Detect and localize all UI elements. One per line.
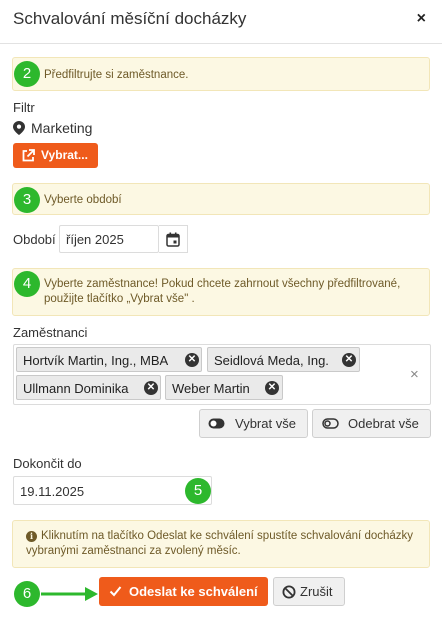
step-3-badge: 3 [14, 187, 40, 213]
period-label: Období [13, 232, 56, 247]
employee-tag-name: Weber Martin [172, 381, 250, 396]
calendar-icon [166, 232, 180, 247]
select-filter-button[interactable]: Vybrat... [13, 143, 98, 168]
toggle-off-icon [322, 418, 339, 429]
ban-icon [282, 585, 296, 599]
employee-tag-name: Seidlová Meda, Ing. [214, 353, 329, 368]
employee-tag-name: Hortvík Martin, Ing., MBA [23, 353, 169, 368]
calendar-button[interactable] [159, 225, 188, 253]
employee-tag: Hortvík Martin, Ing., MBA ✕ [16, 347, 202, 372]
info-icon: i [26, 531, 37, 542]
submit-info-text: i Kliknutím na tlačítko Odeslat ke schvál… [26, 529, 421, 559]
select-all-button[interactable]: Vybrat vše [199, 409, 308, 438]
remove-tag-icon[interactable]: ✕ [342, 353, 356, 367]
employees-info-text: Vyberte zaměstnance! Pokud chcete zahrno… [44, 278, 401, 305]
filter-value: Marketing [31, 120, 93, 136]
employee-tag: Seidlová Meda, Ing. ✕ [207, 347, 360, 372]
arrow-right-icon [41, 587, 98, 601]
select-all-label: Vybrat vše [235, 416, 296, 431]
employee-tag: Ullmann Dominika ✕ [16, 375, 161, 400]
filter-label: Filtr [13, 100, 35, 115]
remove-all-button[interactable]: Odebrat vše [312, 409, 431, 438]
map-marker-icon [13, 121, 25, 135]
period-value: říjen 2025 [66, 232, 124, 247]
remove-all-label: Odebrat vše [348, 416, 419, 431]
filter-info: Předfiltrujte si zaměstnance. [12, 57, 430, 91]
step-5-badge: 5 [185, 478, 211, 504]
employee-tag: Weber Martin ✕ [165, 375, 283, 400]
submit-info: i Kliknutím na tlačítko Odeslat ke schvál… [12, 520, 430, 568]
employee-tag-name: Ullmann Dominika [23, 381, 129, 396]
close-icon[interactable]: × [417, 10, 426, 28]
deadline-value: 19.11.2025 [20, 484, 85, 499]
external-link-icon [22, 149, 35, 162]
dialog-title: Schvalování měsíční docházky [13, 9, 247, 28]
step-6-badge: 6 [14, 581, 40, 607]
period-input[interactable]: říjen 2025 [59, 225, 159, 253]
employees-label: Zaměstnanci [13, 325, 88, 340]
deadline-label: Dokončit do [13, 456, 82, 471]
remove-tag-icon[interactable]: ✕ [185, 353, 199, 367]
select-filter-label: Vybrat... [41, 148, 88, 162]
step-2-badge: 2 [14, 61, 40, 87]
remove-tag-icon[interactable]: ✕ [265, 381, 279, 395]
employees-info: Vyberte zaměstnance! Pokud chcete zahrno… [12, 268, 430, 316]
filter-info-text: Předfiltrujte si zaměstnance. [44, 69, 189, 81]
period-info: Vyberte období [12, 183, 430, 215]
cancel-label: Zrušit [300, 584, 333, 599]
submit-approval-button[interactable]: Odeslat ke schválení [99, 577, 268, 606]
remove-tag-icon[interactable]: ✕ [144, 381, 158, 395]
cancel-button[interactable]: Zrušit [273, 577, 345, 606]
period-info-text: Vyberte období [44, 194, 122, 206]
deadline-input[interactable]: 19.11.2025 [13, 476, 212, 505]
step-4-badge: 4 [14, 271, 40, 297]
clear-selection-icon[interactable]: × [410, 366, 419, 383]
check-icon [109, 586, 122, 597]
toggle-on-icon [208, 418, 225, 429]
submit-approval-label: Odeslat ke schválení [129, 584, 258, 599]
submit-info-message: Kliknutím na tlačítko Odeslat ke schvále… [26, 530, 414, 557]
